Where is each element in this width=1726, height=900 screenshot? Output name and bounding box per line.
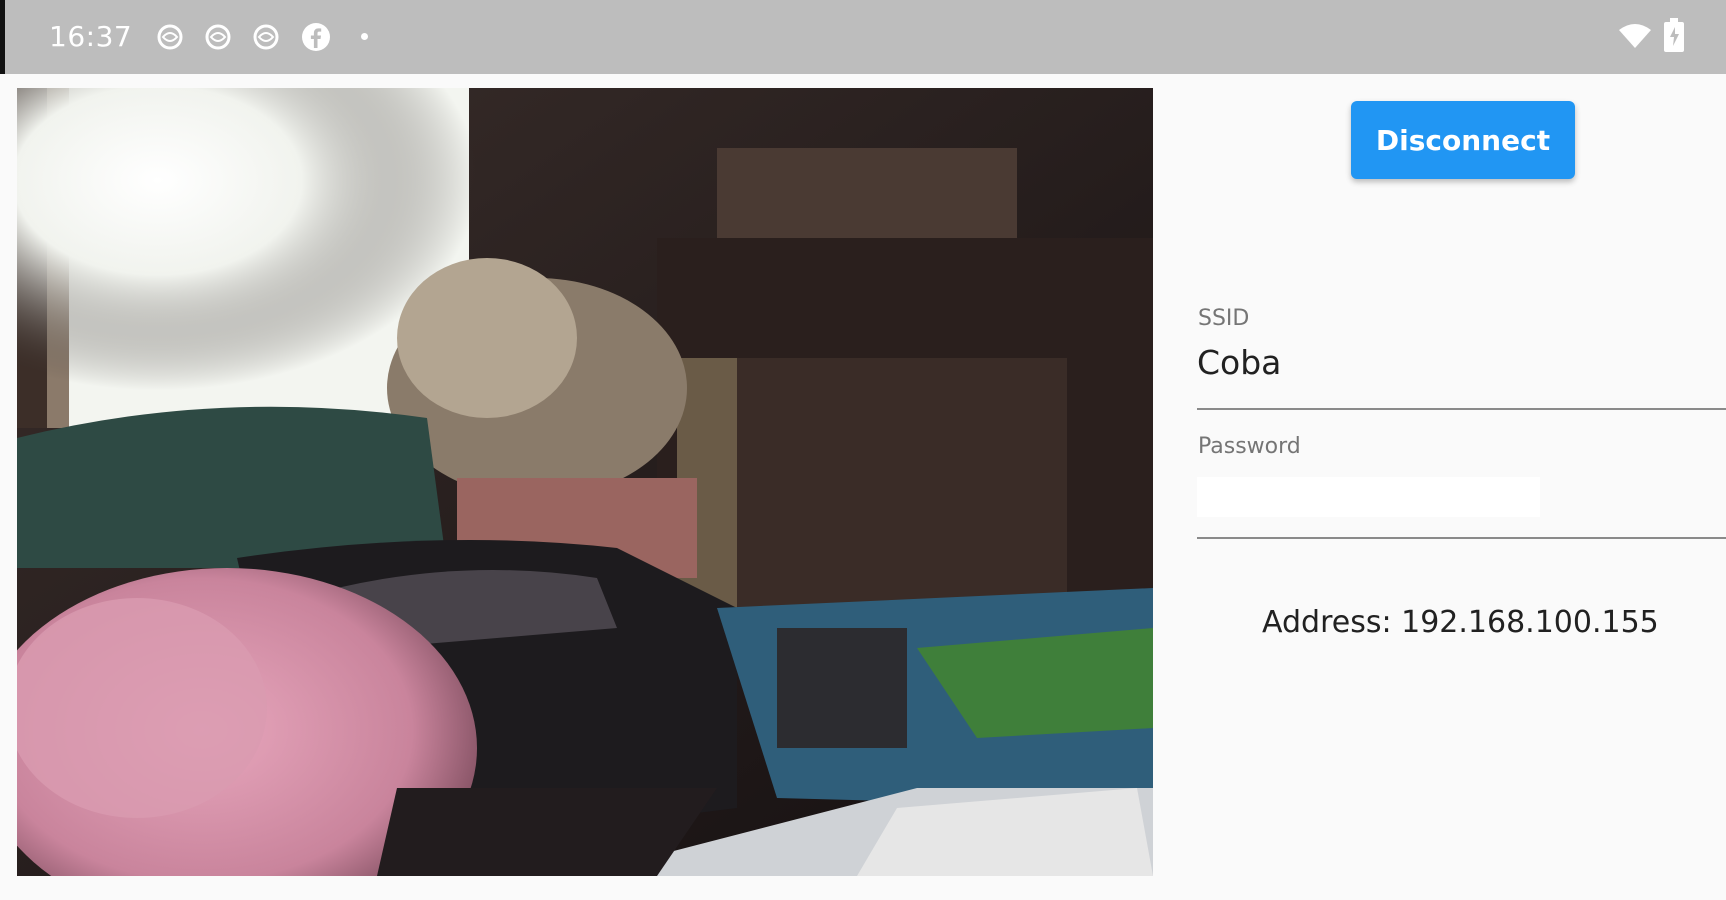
ssid-underline xyxy=(1197,408,1726,410)
password-field[interactable] xyxy=(1197,477,1540,517)
ssid-label: SSID xyxy=(1198,306,1250,331)
more-dot-icon xyxy=(361,33,368,40)
notification-icon xyxy=(253,24,279,50)
facebook-icon xyxy=(302,23,330,51)
battery-icon xyxy=(1664,18,1684,52)
password-label: Password xyxy=(1198,434,1301,459)
camera-frame xyxy=(17,88,1153,876)
camera-feed-image xyxy=(17,88,1153,876)
address-text: Address: 192.168.100.155 xyxy=(1262,605,1659,640)
status-bar: 16:37 xyxy=(0,0,1726,74)
wifi-icon xyxy=(1619,24,1651,48)
disconnect-button[interactable]: Disconnect xyxy=(1351,101,1575,179)
ssid-field[interactable]: Coba xyxy=(1197,343,1281,382)
status-time: 16:37 xyxy=(49,20,133,53)
app-screen: 16:37 Disconnect SSID Coba Password Addr… xyxy=(0,0,1726,900)
notification-icon xyxy=(205,24,231,50)
notification-icon xyxy=(157,24,183,50)
password-underline xyxy=(1197,537,1726,539)
